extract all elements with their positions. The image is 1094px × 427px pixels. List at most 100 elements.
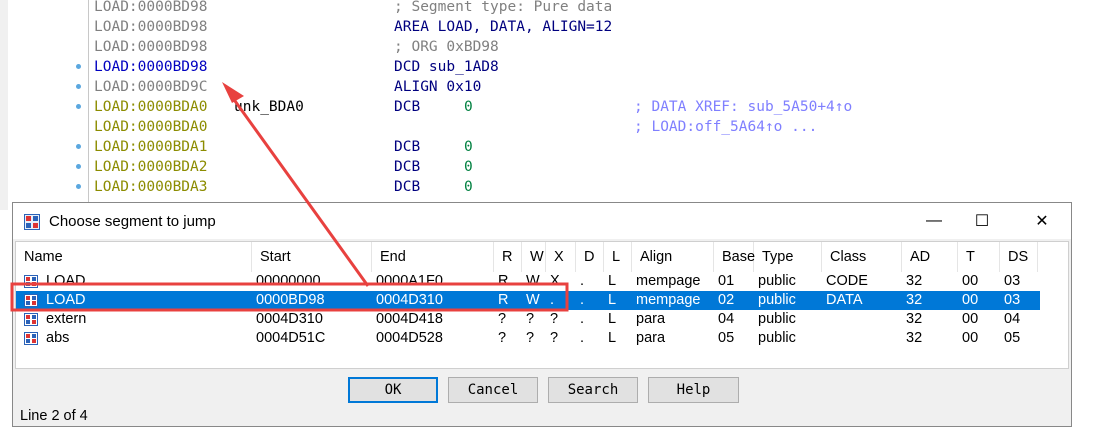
dialog-titlebar[interactable]: Choose segment to jump — ☐ ✕ <box>13 203 1071 239</box>
column-header-name[interactable]: Name <box>16 242 252 272</box>
line-operand: 0 <box>464 139 473 155</box>
cell-start: 00000000 <box>256 273 321 289</box>
column-header-r[interactable]: R <box>494 242 522 272</box>
cell-ad: 32 <box>906 330 923 346</box>
line-address[interactable]: LOAD:0000BD98 <box>94 37 208 57</box>
listing-line[interactable]: LOAD:0000BDA0 unk_BDA0 DCB 0 ; DATA XREF: su… <box>0 97 1094 117</box>
listing-line[interactable]: LOAD:0000BDA1 DCB 0 <box>0 137 1094 157</box>
cell-t: 00 <box>962 273 979 289</box>
listing-line[interactable]: LOAD:0000BDA2 DCB 0 <box>0 157 1094 177</box>
line-address[interactable]: LOAD:0000BD9C <box>94 77 208 97</box>
segment-icon <box>24 313 38 326</box>
cell-base: 02 <box>718 292 735 308</box>
cell-d: . <box>580 330 585 346</box>
line-address[interactable]: LOAD:0000BDA0 <box>94 97 208 117</box>
cell-w: W <box>526 292 540 308</box>
line-address[interactable]: LOAD:0000BDA0 <box>94 117 208 137</box>
breakpoint-dot-icon <box>76 184 81 189</box>
line-label[interactable]: unk_BDA0 <box>234 97 304 117</box>
cell-base: 01 <box>718 273 735 289</box>
cell-class: DATA <box>826 292 863 308</box>
line-instruction: ; ORG 0xBD98 <box>394 39 499 55</box>
listing-line[interactable]: LOAD:0000BD98 ; ORG 0xBD98 <box>0 37 1094 57</box>
line-address[interactable]: LOAD:0000BD98 <box>94 17 208 37</box>
minimize-button[interactable]: — <box>911 203 957 239</box>
cell-base: 04 <box>718 311 735 327</box>
column-header-start[interactable]: Start <box>252 242 372 272</box>
breakpoint-dot-icon <box>76 64 81 69</box>
line-comment: ; LOAD:off_5A64↑o ... <box>634 119 818 135</box>
cell-w: ? <box>526 330 535 346</box>
listing-line[interactable]: LOAD:0000BD98 ; Segment type: Pure data <box>0 0 1094 17</box>
cell-base: 05 <box>718 330 735 346</box>
table-row[interactable]: LOAD 00000000 0000A1F0 R W X. Lmempage 01 public… <box>16 272 1040 291</box>
segment-table[interactable]: Name Start End R W X D L Align Base Type Class AD T DS… <box>15 241 1069 369</box>
breakpoint-dot-icon <box>76 144 81 149</box>
listing-line[interactable]: LOAD:0000BD98 DCD sub_1AD8 <box>0 57 1094 77</box>
column-header-x[interactable]: X <box>546 242 576 272</box>
table-row[interactable]: abs 0004D51C 0004D528???. Lpara 05 public 32 00… <box>16 329 1040 348</box>
line-instruction: DCB <box>394 139 421 155</box>
cell-d: . <box>580 292 585 308</box>
cell-start: 0004D310 <box>256 311 323 327</box>
column-header-base[interactable]: Base <box>714 242 755 272</box>
line-address[interactable]: LOAD:0000BDA3 <box>94 177 208 197</box>
cell-ds: 05 <box>1004 330 1021 346</box>
line-instruction: AREA LOAD, DATA, ALIGN=12 <box>394 19 613 35</box>
segment-icon <box>24 275 38 288</box>
listing-line[interactable]: LOAD:0000BD9C ALIGN 0x10 <box>0 77 1094 97</box>
cell-class: CODE <box>826 273 868 289</box>
cell-t: 00 <box>962 330 979 346</box>
cell-end: 0000A1F0 <box>376 273 443 289</box>
column-header-align[interactable]: Align <box>632 242 714 272</box>
column-header-type[interactable]: Type <box>754 242 822 272</box>
cell-ad: 32 <box>906 292 923 308</box>
column-header-ad[interactable]: AD <box>902 242 958 272</box>
breakpoint-dot-icon <box>76 104 81 109</box>
cell-w: W <box>526 273 540 289</box>
cell-type: public <box>758 292 796 308</box>
column-header-w[interactable]: W <box>522 242 546 272</box>
line-address[interactable]: LOAD:0000BDA1 <box>94 137 208 157</box>
search-button[interactable]: Search <box>548 377 638 403</box>
table-row[interactable]: extern 0004D310 0004D418???. Lpara 04 public 3… <box>16 310 1040 329</box>
help-button[interactable]: Help <box>648 377 739 403</box>
cell-start: 0004D51C <box>256 330 326 346</box>
cell-l: L <box>608 292 617 308</box>
line-address[interactable]: LOAD:0000BD98 <box>94 57 208 77</box>
cell-x: ? <box>550 311 559 327</box>
line-address[interactable]: LOAD:0000BDA2 <box>94 157 208 177</box>
cancel-button[interactable]: Cancel <box>448 377 538 403</box>
breakpoint-dot-icon <box>76 84 81 89</box>
cell-t: 00 <box>962 292 979 308</box>
status-line: Line 2 of 4 <box>20 408 88 424</box>
line-operand: 0 <box>464 179 473 195</box>
line-instruction: DCB <box>394 159 421 175</box>
cell-end: 0004D528 <box>376 330 443 346</box>
cell-d: . <box>580 273 585 289</box>
ok-button[interactable]: OK <box>348 377 438 403</box>
line-operand: 0 <box>464 99 473 115</box>
table-row[interactable]: LOAD 0000BD98 0004D310 R W.. Lmempage 02 public… <box>16 291 1040 310</box>
listing-line[interactable]: LOAD:0000BDA0 ; LOAD:off_5A64↑o ... <box>0 117 1094 137</box>
maximize-button[interactable]: ☐ <box>959 203 1005 239</box>
line-instruction: ALIGN 0x10 <box>394 79 482 95</box>
close-button[interactable]: ✕ <box>1019 203 1065 239</box>
column-header-t[interactable]: T <box>958 242 1000 272</box>
column-header-class[interactable]: Class <box>822 242 902 272</box>
column-header-d[interactable]: D <box>576 242 604 272</box>
cell-ds: 03 <box>1004 292 1021 308</box>
cell-d: . <box>580 311 585 327</box>
line-address[interactable]: LOAD:0000BD98 <box>94 0 208 17</box>
column-header-l[interactable]: L <box>604 242 632 272</box>
column-header-ds[interactable]: DS <box>1000 242 1038 272</box>
listing-line[interactable]: LOAD:0000BD98 AREA LOAD, DATA, ALIGN=12 <box>0 17 1094 37</box>
cell-end: 0004D310 <box>376 292 443 308</box>
cell-name: extern <box>46 311 87 327</box>
cell-r: ? <box>498 330 507 346</box>
dialog-title: Choose segment to jump <box>49 213 216 230</box>
column-header-end[interactable]: End <box>372 242 494 272</box>
cell-type: public <box>758 273 796 289</box>
cell-r: R <box>498 273 509 289</box>
listing-line[interactable]: LOAD:0000BDA3 DCB 0 <box>0 177 1094 197</box>
